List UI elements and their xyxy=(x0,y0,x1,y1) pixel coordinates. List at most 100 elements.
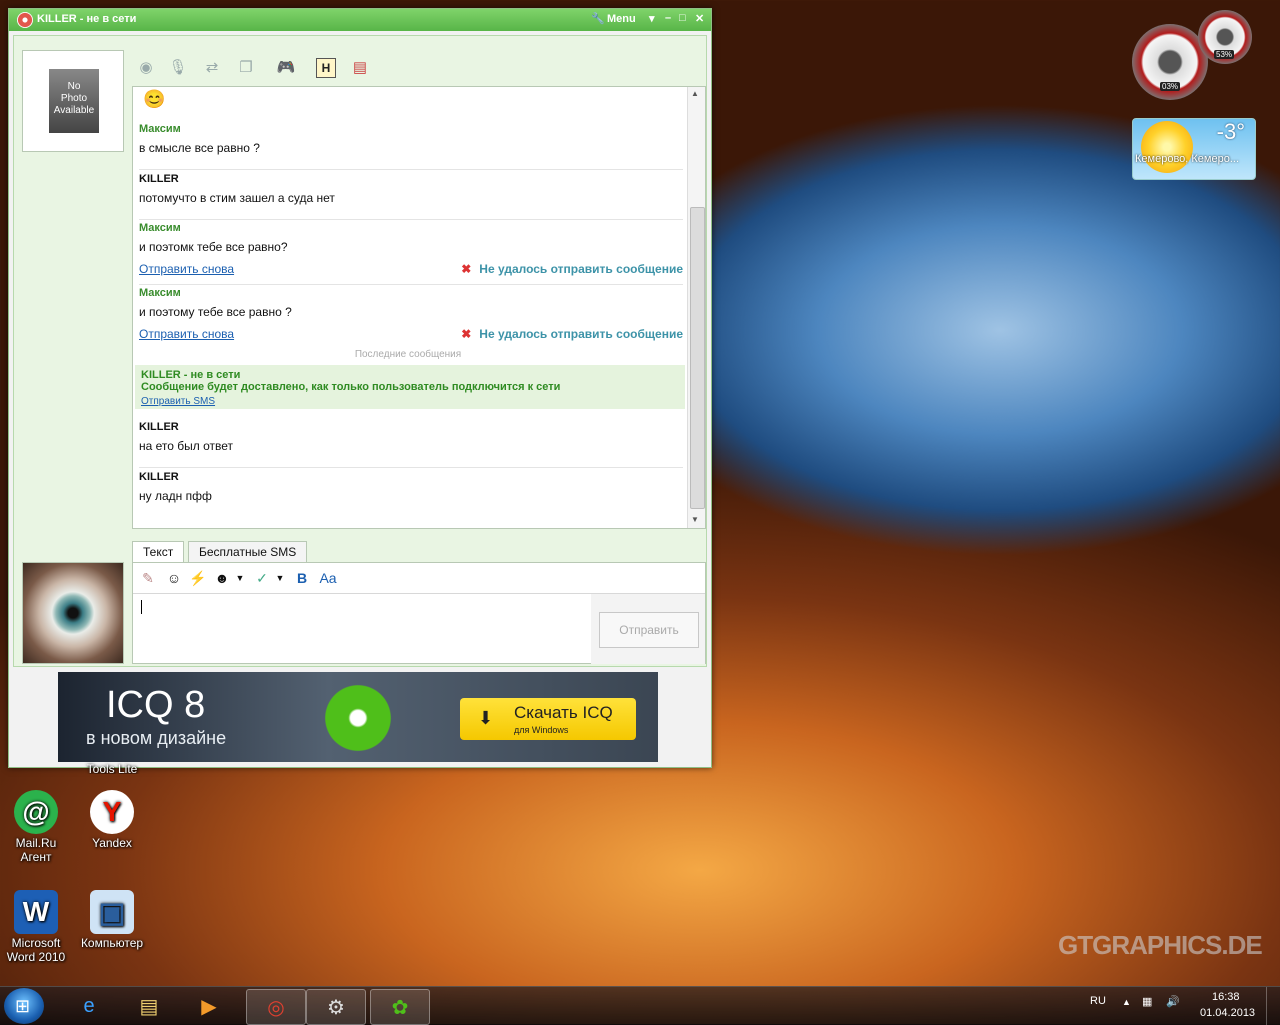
menu-button[interactable]: Menu xyxy=(607,13,636,25)
clock-date[interactable]: 01.04.2013 xyxy=(1200,1007,1255,1019)
ram-meter-gadget[interactable]: 53% xyxy=(1198,10,1252,64)
desktop-icon-label: Yandex xyxy=(92,836,132,850)
message-text: ну ладн пфф xyxy=(139,489,212,503)
show-desktop-button[interactable] xyxy=(1266,987,1280,1025)
send-failed-status: ✖ Не удалось отправить сообщение xyxy=(461,327,683,341)
explorer-icon[interactable]: ▤ xyxy=(120,989,178,1023)
bold-icon[interactable]: B xyxy=(293,569,311,587)
desktop-icon-yandex[interactable]: Y Yandex xyxy=(80,790,144,850)
maximize-button[interactable]: □ xyxy=(679,12,686,24)
scroll-up-icon[interactable]: ▲ xyxy=(691,89,699,98)
desktop-icon-partial[interactable]: Tools Lite xyxy=(80,762,144,774)
message-text: и поэтомк тебе все равно? xyxy=(139,240,288,254)
desktop-icon-label: Tools Lite xyxy=(86,762,138,774)
webcam-icon[interactable]: ◉ xyxy=(136,58,156,78)
desktop-icon-word[interactable]: W Microsoft Word 2010 xyxy=(4,890,68,964)
media-player-icon[interactable]: ▶ xyxy=(180,989,238,1023)
icq8-ad-banner[interactable]: ICQ 8 в новом дизайне ⬇ Скачать ICQ для … xyxy=(58,672,658,762)
window-title: KILLER - не в сети xyxy=(37,13,137,25)
multi-window-icon[interactable]: ❐ xyxy=(236,58,256,78)
ram-percent: 53% xyxy=(1214,50,1235,59)
window-body: No Photo Available ◉ 🎙 ⇄ ❐ 🎮 H ▤ 😊 Макси… xyxy=(13,35,707,667)
resend-link[interactable]: Отправить снова xyxy=(139,262,234,276)
send-sms-link[interactable]: Отправить SMS xyxy=(141,396,215,407)
message: KILLER потомучто в стим зашел а суда нет xyxy=(139,173,683,220)
file-transfer-icon[interactable]: ⇄ xyxy=(202,58,222,78)
tab-text[interactable]: Текст xyxy=(132,541,185,563)
animated-smiley-icon[interactable]: ☻ xyxy=(213,569,231,587)
desktop-icon-label: Компьютер xyxy=(80,936,144,950)
desktop-icon-computer[interactable]: ▣ Компьютер xyxy=(80,890,144,950)
message-text: на ето был ответ xyxy=(139,439,234,453)
emoticon-icon[interactable]: ☺ xyxy=(165,569,183,587)
banner-title: ICQ 8 xyxy=(106,684,206,726)
windows-logo-icon: ⊞ xyxy=(15,996,31,1016)
steam-icon[interactable]: ⚙ xyxy=(306,989,366,1025)
lightning-icon[interactable]: ⚡ xyxy=(189,569,207,587)
templates-icon[interactable]: ✎ xyxy=(139,569,157,587)
contact-card-icon[interactable]: ▤ xyxy=(350,58,370,78)
message-text: в смысле все равно ? xyxy=(139,141,260,155)
gamepad-icon[interactable]: 🎮 xyxy=(276,58,296,78)
send-button[interactable]: Отправить xyxy=(599,612,699,648)
message: Максим и поэтому тебе все равно ? Отправ… xyxy=(139,287,683,349)
spell-check-icon[interactable]: ✓ xyxy=(253,569,271,587)
show-hidden-icons[interactable]: ▲ xyxy=(1122,997,1131,1007)
cpu-meter-gadget[interactable]: 03% xyxy=(1132,24,1208,100)
icq-icon[interactable]: ✿ xyxy=(370,989,430,1025)
language-indicator[interactable]: RU xyxy=(1090,995,1106,1007)
ie-icon[interactable]: e xyxy=(60,989,118,1023)
taskbar: ⊞ e ▤ ▶ ◎ ⚙ ✿ RU ▲ ▦ 🔊 16:38 01.04.2013 xyxy=(0,986,1280,1025)
chrome-icon[interactable]: ◎ xyxy=(246,989,306,1025)
send-area: Отправить xyxy=(591,593,705,664)
icq-flower-icon xyxy=(320,680,396,756)
history-icon[interactable]: H xyxy=(316,58,336,78)
weather-city: Кемерово, Кемеро... xyxy=(1135,153,1240,165)
yandex-icon: Y xyxy=(90,790,134,834)
error-x-icon: ✖ xyxy=(461,327,472,341)
error-text: Не удалось отправить сообщение xyxy=(479,327,683,341)
message-composer: ✎ ☺ ⚡ ☻ ▼ ✓ ▼ B Aa Отправить xyxy=(132,562,706,664)
message: KILLER на ето был ответ xyxy=(139,421,683,468)
chat-scrollbar[interactable]: ▲ ▼ xyxy=(687,87,705,528)
title-bar[interactable]: KILLER - не в сети 🔧 Menu ▾ – □ ✕ xyxy=(9,9,711,31)
contact-photo-frame[interactable]: No Photo Available xyxy=(22,50,124,152)
font-icon[interactable]: Aa xyxy=(319,569,337,587)
start-button[interactable]: ⊞ xyxy=(4,988,44,1024)
cpu-percent: 03% xyxy=(1160,82,1181,91)
sun-icon xyxy=(1141,121,1193,173)
close-button[interactable]: ✕ xyxy=(695,12,704,25)
weather-temperature: -3° xyxy=(1216,119,1245,144)
chevron-down-icon[interactable]: ▾ xyxy=(649,12,655,25)
text-cursor xyxy=(141,600,142,614)
resend-link[interactable]: Отправить снова xyxy=(139,327,234,341)
computer-icon: ▣ xyxy=(90,890,134,934)
minimize-button[interactable]: – xyxy=(665,12,671,24)
desktop-icon-label: Microsoft Word 2010 xyxy=(6,936,66,964)
volume-icon[interactable]: 🔊 xyxy=(1166,995,1180,1008)
tab-free-sms[interactable]: Бесплатные SMS xyxy=(188,541,308,563)
wrench-icon[interactable]: 🔧 xyxy=(591,12,605,25)
desktop-icon-mailru[interactable]: @ Mail.Ru Агент xyxy=(4,790,68,864)
word-icon: W xyxy=(14,890,58,934)
microphone-icon[interactable]: 🎙 xyxy=(168,58,188,78)
my-avatar[interactable] xyxy=(22,562,124,664)
scrollbar-thumb[interactable] xyxy=(690,207,705,509)
weather-gadget[interactable]: -3° Кемерово, Кемеро... xyxy=(1132,118,1256,180)
download-icq-button[interactable]: ⬇ Скачать ICQ для Windows xyxy=(460,698,636,740)
offline-title: KILLER - не в сети xyxy=(141,369,241,381)
mailru-agent-icon: @ xyxy=(14,790,58,834)
message-author: Максим xyxy=(139,222,181,234)
icq-flower-icon xyxy=(17,12,33,28)
message-input[interactable] xyxy=(133,593,591,664)
chevron-down-icon[interactable]: ▼ xyxy=(271,569,289,587)
download-label: Скачать ICQ xyxy=(514,703,613,722)
scroll-down-icon[interactable]: ▼ xyxy=(691,515,699,524)
chevron-down-icon[interactable]: ▼ xyxy=(231,569,249,587)
icq-chat-window: KILLER - не в сети 🔧 Menu ▾ – □ ✕ No Pho… xyxy=(8,8,712,768)
no-photo-placeholder: No Photo Available xyxy=(49,69,99,133)
network-icon[interactable]: ▦ xyxy=(1142,995,1152,1008)
clock-time[interactable]: 16:38 xyxy=(1212,991,1240,1003)
message-text: потомучто в стим зашел а суда нет xyxy=(139,191,335,205)
message: Максим в смысле все равно ? xyxy=(139,123,683,170)
